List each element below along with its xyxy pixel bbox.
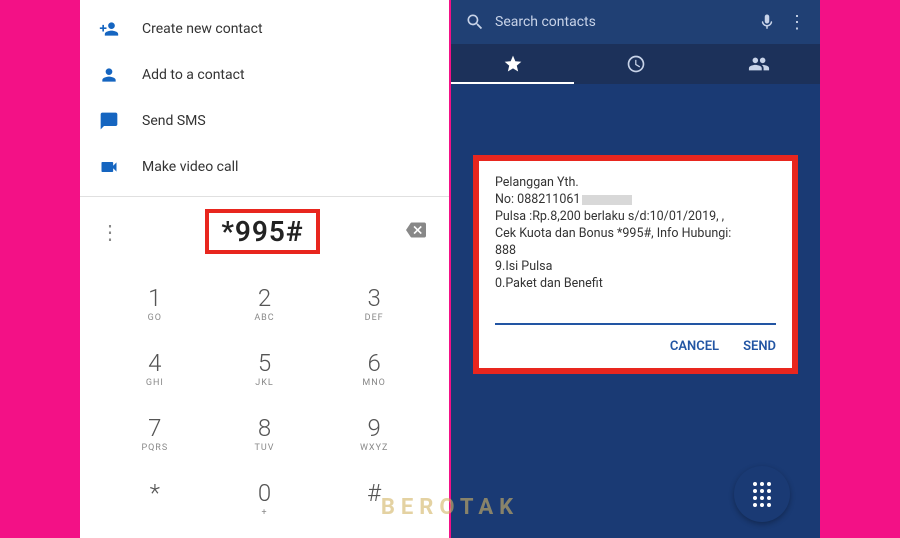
redacted-block — [582, 195, 632, 205]
context-menu: Create new contact Add to a contact Send… — [80, 0, 449, 196]
cancel-button[interactable]: CANCEL — [670, 339, 719, 354]
menu-label: Send SMS — [142, 113, 206, 129]
key-2[interactable]: 2ABC — [210, 274, 320, 333]
menu-video-call[interactable]: Make video call — [80, 144, 449, 190]
mic-icon[interactable] — [758, 13, 776, 31]
send-button[interactable]: SEND — [743, 339, 776, 354]
menu-create-contact[interactable]: Create new contact — [80, 6, 449, 52]
menu-send-sms[interactable]: Send SMS — [80, 98, 449, 144]
tab-favorites[interactable] — [451, 44, 574, 84]
key-8[interactable]: 8TUV — [210, 404, 320, 463]
contacts-phone: Search contacts ⋮ Pelanggan Yth. No: 088… — [451, 0, 820, 538]
search-bar[interactable]: Search contacts ⋮ — [451, 0, 820, 44]
search-placeholder: Search contacts — [495, 14, 758, 30]
key-6[interactable]: 6MNO — [319, 339, 429, 398]
ussd-dialog: Pelanggan Yth. No: 088211061 Pulsa :Rp.8… — [473, 155, 798, 374]
dialer-phone: Create new contact Add to a contact Send… — [80, 0, 449, 538]
message-icon — [98, 110, 120, 132]
star-icon — [503, 54, 523, 74]
key-hash[interactable]: # — [319, 469, 429, 528]
menu-label: Make video call — [142, 159, 238, 175]
key-9[interactable]: 9WXYZ — [319, 404, 429, 463]
menu-label: Add to a contact — [142, 67, 245, 83]
key-1[interactable]: 1GO — [100, 274, 210, 333]
key-star[interactable]: * — [100, 469, 210, 528]
backspace-icon[interactable] — [393, 220, 439, 244]
ussd-input[interactable] — [495, 303, 776, 325]
dialpad-icon — [753, 482, 771, 507]
videocam-icon — [98, 156, 120, 178]
highlight-frame: *995# — [205, 209, 319, 254]
key-5[interactable]: 5JKL — [210, 339, 320, 398]
more-icon[interactable]: ⋮ — [90, 220, 132, 244]
clock-icon — [626, 54, 646, 74]
people-icon — [748, 53, 770, 75]
tab-recents[interactable] — [574, 44, 697, 84]
tabs — [451, 44, 820, 84]
dialed-number: *995# — [221, 215, 303, 248]
key-3[interactable]: 3DEF — [319, 274, 429, 333]
key-7[interactable]: 7PQRS — [100, 404, 210, 463]
dialog-message: Pelanggan Yth. No: 088211061 Pulsa :Rp.8… — [495, 175, 776, 293]
dialpad-fab[interactable] — [734, 466, 790, 522]
key-4[interactable]: 4GHI — [100, 339, 210, 398]
more-icon[interactable]: ⋮ — [788, 12, 806, 33]
menu-add-to-contact[interactable]: Add to a contact — [80, 52, 449, 98]
key-0[interactable]: 0+ — [210, 469, 320, 528]
person-icon — [98, 64, 120, 86]
person-add-icon — [98, 18, 120, 40]
tab-contacts[interactable] — [697, 44, 820, 84]
keypad: 1GO 2ABC 3DEF 4GHI 5JKL 6MNO 7PQRS 8TUV … — [80, 266, 449, 536]
search-icon — [465, 12, 485, 32]
dialed-number-row: ⋮ *995# — [80, 196, 449, 266]
menu-label: Create new contact — [142, 21, 263, 37]
